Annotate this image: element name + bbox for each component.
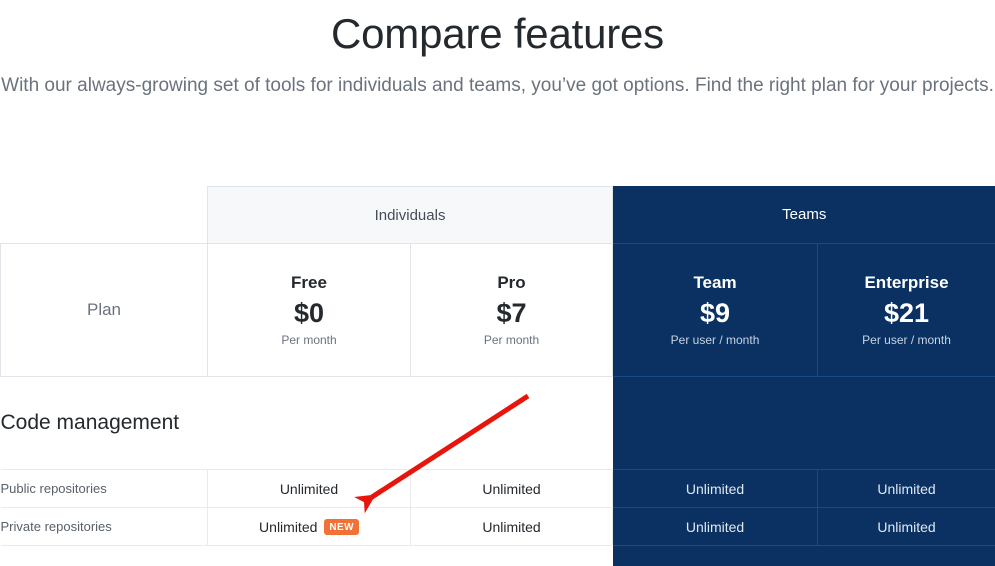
- table-tail-row: [0, 545, 995, 566]
- plan-period-free: Per month: [281, 333, 337, 347]
- comparison-table: Individuals Teams Plan Free $0 Per month…: [0, 186, 995, 566]
- feature-value-text: Unlimited: [685, 480, 745, 497]
- feature-value-private-enterprise: Unlimited: [817, 507, 995, 546]
- plan-cell-enterprise[interactable]: Enterprise $21 Per user / month: [817, 243, 995, 377]
- section-heading-row: Code management: [0, 376, 995, 470]
- page-header: Compare features With our always-growing…: [0, 0, 995, 100]
- section-heading-dark-fill-team: [612, 376, 818, 470]
- page-subtitle: With our always-growing set of tools for…: [1, 75, 994, 96]
- plan-row-label: Plan: [0, 243, 208, 377]
- section-heading-dark-fill-enterprise: [817, 376, 995, 470]
- plan-cell-pro[interactable]: Pro $7 Per month: [409, 243, 614, 377]
- tail-fill-pro: [410, 545, 613, 566]
- section-title-code-management: Code management: [0, 376, 613, 470]
- status-badge-new: NEW: [324, 518, 359, 535]
- plan-period-pro: Per month: [483, 333, 540, 347]
- tail-fill-team: [612, 545, 818, 566]
- plan-cell-team[interactable]: Team $9 Per user / month: [612, 243, 819, 377]
- table-row: Public repositories Unlimited Unlimited …: [0, 469, 995, 508]
- feature-name-private-repositories: Private repositories: [0, 507, 208, 546]
- group-header-spacer: [0, 186, 208, 244]
- feature-value-text: Unlimited: [279, 480, 339, 497]
- plan-name-enterprise: Enterprise: [864, 273, 949, 292]
- page-title: Compare features: [331, 10, 664, 57]
- group-header-individuals: Individuals: [206, 186, 614, 244]
- feature-value-text: Unlimited: [877, 480, 936, 497]
- plan-price-free: $0: [293, 298, 325, 328]
- feature-value-public-enterprise: Unlimited: [817, 469, 995, 508]
- tail-fill-free: [207, 545, 411, 566]
- plan-price-enterprise: $21: [883, 298, 930, 328]
- feature-value-text: Unlimited: [877, 518, 936, 535]
- tail-fill-label: [0, 545, 208, 566]
- plan-price-team: $9: [699, 298, 731, 328]
- feature-value-text: Unlimited: [685, 518, 745, 535]
- plan-row: Plan Free $0 Per month Pro $7 Per month …: [0, 243, 995, 377]
- feature-value-private-team: Unlimited: [612, 507, 819, 546]
- feature-value-text: Unlimited: [482, 480, 541, 497]
- compare-features-page: Compare features With our always-growing…: [0, 0, 995, 566]
- comparison-table-wrapper: Individuals Teams Plan Free $0 Per month…: [0, 186, 995, 566]
- plan-price-pro: $7: [496, 298, 527, 328]
- plan-name-team: Team: [693, 273, 737, 292]
- plan-name-pro: Pro: [497, 273, 526, 292]
- table-row: Private repositories Unlimited NEW Unlim…: [0, 507, 995, 546]
- feature-value-text: Unlimited: [482, 518, 541, 535]
- tail-fill-enterprise: [817, 545, 995, 566]
- feature-value-private-free: Unlimited NEW: [207, 507, 411, 546]
- feature-value-public-pro: Unlimited: [409, 469, 614, 508]
- plan-period-enterprise: Per user / month: [862, 333, 951, 347]
- feature-name-public-repositories: Public repositories: [0, 469, 208, 508]
- plan-period-team: Per user / month: [670, 333, 760, 347]
- plan-cell-free[interactable]: Free $0 Per month: [207, 243, 411, 377]
- feature-value-text: Unlimited: [259, 518, 318, 535]
- feature-value-public-team: Unlimited: [612, 469, 819, 508]
- group-header-row: Individuals Teams: [0, 186, 995, 244]
- feature-value-public-free: Unlimited: [207, 469, 411, 508]
- group-header-teams: Teams: [612, 186, 995, 244]
- plan-name-free: Free: [291, 273, 327, 292]
- feature-value-private-pro: Unlimited: [409, 507, 614, 546]
